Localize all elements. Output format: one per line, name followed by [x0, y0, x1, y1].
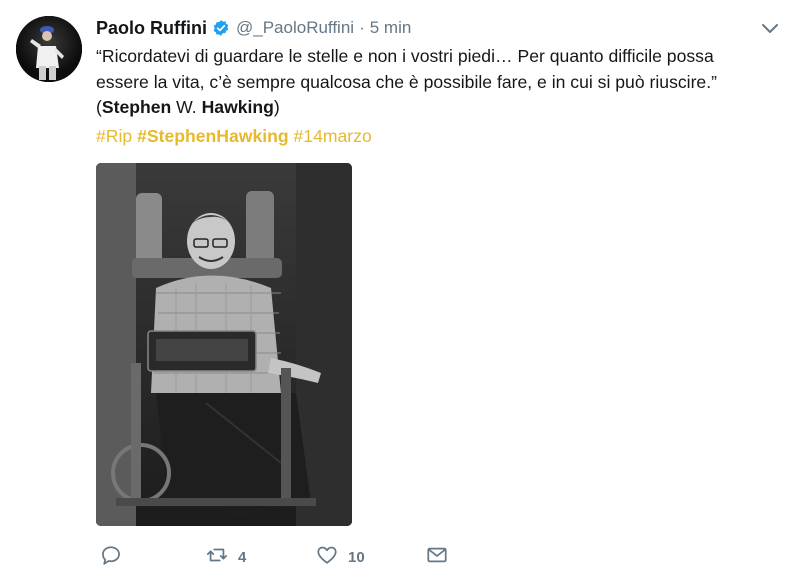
quote-name-middle: W. [171, 97, 202, 117]
author-name[interactable]: Paolo Ruffini [96, 18, 207, 39]
timestamp[interactable]: 5 min [370, 18, 412, 38]
tweet-text-line-1: “Ricordatevi di guardare le stelle e non… [96, 46, 714, 66]
direct-message-button[interactable] [426, 542, 448, 572]
like-button[interactable]: 10 [316, 542, 365, 572]
retweet-icon [206, 544, 228, 570]
envelope-icon [426, 544, 448, 570]
chevron-down-icon[interactable] [760, 18, 780, 38]
quote-name-last: Hawking [201, 97, 274, 117]
tweet-actions: 4 10 [96, 542, 496, 572]
tweet-header: Paolo Ruffini @_PaoloRuffini · 5 min [96, 14, 784, 42]
avatar-image [16, 16, 82, 82]
retweet-count: 4 [238, 548, 247, 566]
quote-name-first: Stephen [101, 97, 172, 117]
hashtag-stephenhawking[interactable]: #StephenHawking [137, 126, 289, 146]
separator-dot: · [359, 18, 365, 37]
heart-icon [316, 544, 338, 570]
tweet-text-line-3: (Stephen W. Hawking) [96, 95, 786, 121]
photo-image [96, 163, 352, 526]
reply-button[interactable] [100, 542, 132, 572]
avatar[interactable] [16, 16, 82, 82]
hashtags: #Rip #StephenHawking #14marzo [96, 124, 372, 148]
tweet-text-line-2: essere la vita, c’è sempre qualcosa che … [96, 71, 717, 92]
like-count: 10 [348, 548, 365, 566]
verified-badge-icon [212, 19, 230, 37]
tweet-card: Paolo Ruffini @_PaoloRuffini · 5 min “Ri… [0, 0, 800, 585]
reply-icon [100, 544, 122, 570]
author-handle[interactable]: @_PaoloRuffini [236, 18, 354, 38]
quote-close: ) [273, 97, 280, 117]
hashtag-rip[interactable]: #Rip [96, 126, 132, 146]
tweet-photo[interactable] [96, 163, 352, 526]
hashtag-14marzo[interactable]: #14marzo [294, 126, 372, 146]
tweet-text: “Ricordatevi di guardare le stelle e non… [96, 44, 786, 121]
retweet-button[interactable]: 4 [206, 542, 246, 572]
